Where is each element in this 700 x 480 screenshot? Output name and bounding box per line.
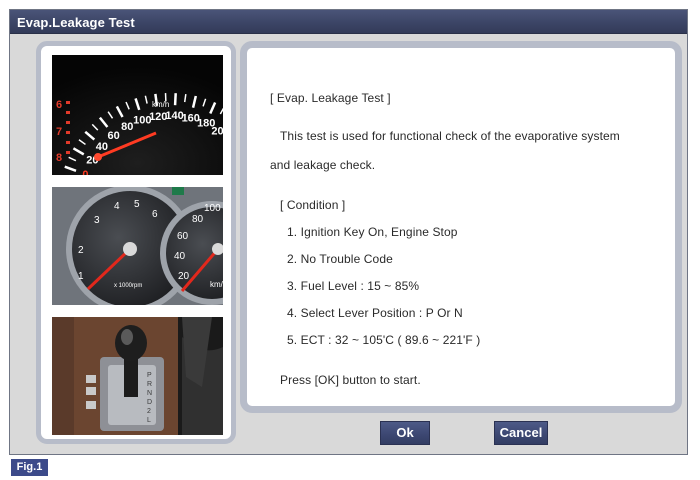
tach-right-tick: 60	[177, 231, 189, 242]
speed-tick-mark	[173, 93, 177, 106]
gear-pos: 2	[147, 408, 151, 415]
title-bar: Evap.Leakage Test	[10, 10, 687, 34]
tach-right-tick: 40	[174, 251, 186, 262]
tach-right-unit: km/	[210, 280, 223, 289]
speed-tick-label: 60	[108, 130, 120, 142]
side-tick: 6	[56, 99, 62, 111]
illustration-panel: 020406080100120140160180200220240 km/h 6…	[36, 41, 236, 444]
tach-tick: 5	[134, 199, 140, 210]
condition-item: 3. Fuel Level : 15 ~ 85%	[287, 279, 420, 293]
tachometer-image: 1 2 3 4 5 6 80 100 60 40 20 x 1000rpm km…	[52, 187, 223, 305]
speed-tick-label: 0	[82, 169, 88, 175]
speedometer-image: 020406080100120140160180200220240 km/h 6…	[52, 55, 223, 175]
condition-item: 1. Ignition Key On, Engine Stop	[287, 225, 458, 239]
speed-tick-label: 80	[121, 121, 133, 133]
tach-tick: 1	[78, 271, 84, 282]
description-line-2: and leakage check.	[270, 158, 376, 172]
condition-heading: [ Condition ]	[280, 198, 346, 212]
condition-item: 2. No Trouble Code	[287, 252, 393, 266]
ok-button[interactable]: Ok	[380, 421, 430, 445]
instruction-panel: [ Evap. Leakage Test ] This test is used…	[240, 41, 682, 413]
content-heading: [ Evap. Leakage Test ]	[270, 91, 391, 105]
tach-tick: 3	[94, 215, 100, 226]
cancel-button[interactable]: Cancel	[494, 421, 548, 445]
figure-label: Fig.1	[11, 459, 48, 476]
condition-item: 5. ECT : 32 ~ 105'C ( 89.6 ~ 221'F )	[287, 333, 481, 347]
evap-leakage-test-dialog: Evap.Leakage Test 0204060801001201401601…	[9, 9, 688, 455]
gear-shift-image: P R N D 2 L	[52, 317, 223, 435]
speed-unit: km/h	[152, 100, 169, 109]
condition-item: 4. Select Lever Position : P Or N	[287, 306, 463, 320]
description-line-1: This test is used for functional check o…	[280, 129, 620, 143]
tach-right-tick: 100	[204, 203, 221, 214]
gear-pos: R	[147, 381, 152, 388]
start-instruction: Press [OK] button to start.	[280, 373, 421, 387]
tach-right-tick: 20	[178, 271, 190, 282]
tach-tick: 4	[114, 201, 120, 212]
side-tick: 8	[56, 152, 62, 164]
tach-right-tick: 80	[192, 214, 204, 225]
gear-pos: N	[147, 390, 152, 397]
gear-pos: P	[147, 372, 152, 379]
gear-pos: L	[147, 417, 151, 424]
gear-pos: D	[147, 399, 152, 406]
tach-tick: 6	[152, 209, 158, 220]
tach-tick: 2	[78, 245, 84, 256]
speed-tick-label: 200	[211, 126, 223, 138]
window-title: Evap.Leakage Test	[17, 15, 135, 30]
speed-tick-label: 40	[96, 141, 108, 153]
side-tick: 7	[56, 126, 62, 138]
tach-unit: x 1000rpm	[114, 283, 142, 289]
